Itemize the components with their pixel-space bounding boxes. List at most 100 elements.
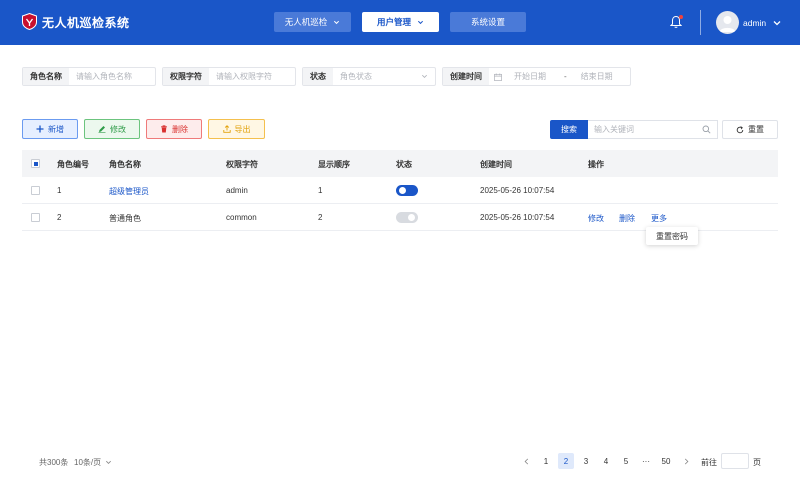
date-separator: - [564,72,567,81]
goto-label: 前往 [701,458,717,467]
header-divider [700,10,701,35]
edit-button[interactable]: 修改 [84,119,140,139]
roles-table: 角色编号 角色名称 权限字符 显示顺序 状态 创建时间 操作 1 超级管理员 a… [22,150,778,231]
page-size-value: 10条/页 [74,458,102,467]
reset-button-label: 重置 [748,125,764,134]
created-time-filter: 创建时间 开始日期 - 结束日期 [442,67,631,86]
notification-dot [679,15,683,19]
nav-label: 系统设置 [470,17,505,27]
chevron-left-icon [524,458,528,464]
role-order: 1 [318,186,323,195]
role-name-input[interactable]: 请输入角色名称 [69,68,155,85]
add-button[interactable]: 新增 [22,119,78,139]
next-page-button[interactable] [678,453,694,469]
status-filter: 状态 角色状态 [302,67,436,86]
export-button-label: 导出 [234,124,251,134]
created-time: 2025-05-26 10:07:54 [480,213,555,222]
shield-logo-icon [22,13,37,30]
keyword-search-input[interactable]: 输入关键词 [588,120,718,139]
row-checkbox[interactable] [31,213,40,222]
user-avatar-icon [719,16,736,32]
role-id: 2 [57,213,62,222]
role-name: 普通角色 [109,214,141,223]
calendar-icon [494,72,502,81]
delete-button-label: 删除 [172,124,188,134]
role-key: admin [226,186,248,195]
created-time-label: 创建时间 [443,68,489,85]
add-button-label: 新增 [48,124,64,134]
edit-button-label: 修改 [110,124,126,134]
col-role-name[interactable]: 角色名称 [109,159,141,170]
toggle-knob [399,187,406,194]
row-more-link[interactable]: 更多 [651,213,667,224]
table-header: 角色编号 角色名称 权限字符 显示顺序 状态 创建时间 操作 [22,150,778,177]
nav-system-settings[interactable]: 系统设置 [450,12,526,32]
col-created[interactable]: 创建时间 [480,159,512,170]
upload-icon [222,125,231,133]
export-button[interactable]: 导出 [208,119,265,139]
permission-label: 权限字符 [163,68,209,85]
goto-page-input[interactable] [721,453,749,469]
page-3[interactable]: 3 [578,453,594,469]
col-permission[interactable]: 权限字符 [226,159,258,170]
chevron-down-icon [334,20,340,24]
page-2[interactable]: 2 [558,453,574,469]
delete-button[interactable]: 删除 [146,119,202,139]
page-5[interactable]: 5 [618,453,634,469]
goto-suffix: 页 [753,458,761,467]
col-status[interactable]: 状态 [396,159,412,170]
end-date[interactable]: 结束日期 [581,71,613,82]
nav-label: 无人机巡检 [284,17,328,27]
table-row[interactable]: 1 超级管理员 admin 1 2025-05-26 10:07:54 [22,177,778,204]
search-button[interactable]: 搜索 [550,120,588,139]
role-key: common [226,213,257,222]
role-name-filter: 角色名称 请输入角色名称 [22,67,156,86]
chevron-down-icon [106,460,112,464]
page-4[interactable]: 4 [598,453,614,469]
col-order[interactable]: 显示顺序 [318,159,350,170]
total-count: 共300条 [39,458,69,467]
chevron-down-icon[interactable] [773,19,781,27]
status-label: 状态 [303,68,333,85]
date-range-picker[interactable]: 开始日期 - 结束日期 [489,68,630,85]
status-toggle[interactable] [396,212,418,223]
col-role-id[interactable]: 角色编号 [57,159,89,170]
reset-button[interactable]: 重置 [722,120,778,139]
trash-icon [161,125,167,133]
row-edit-link[interactable]: 修改 [588,213,604,224]
page-ellipsis[interactable]: ··· [638,453,654,469]
edit-icon [98,126,106,133]
top-header: 无人机巡检系统 无人机巡检 用户管理 系统设置 admin [0,0,800,45]
nav-label: 用户管理 [376,17,411,27]
role-name-link[interactable]: 超级管理员 [109,186,149,197]
status-select[interactable]: 角色状态 [333,68,435,85]
permission-input[interactable]: 请输入权限字符 [209,68,295,85]
page-1[interactable]: 1 [538,453,554,469]
search-icon[interactable] [702,125,711,134]
role-name-label: 角色名称 [23,68,69,85]
nav-drone-inspection[interactable]: 无人机巡检 [274,12,351,32]
nav-user-management[interactable]: 用户管理 [362,12,439,32]
reset-password-item[interactable]: 重置密码 [656,231,688,242]
created-time: 2025-05-26 10:07:54 [480,186,555,195]
page-50[interactable]: 50 [658,453,674,469]
prev-page-button[interactable] [518,453,534,469]
username[interactable]: admin [743,18,766,28]
chevron-down-icon [417,20,424,24]
page-size-select[interactable]: 10条/页 [74,457,112,468]
row-delete-link[interactable]: 删除 [619,213,635,224]
refresh-icon [736,125,744,133]
plus-icon [36,125,44,133]
role-id: 1 [57,186,62,195]
row-checkbox[interactable] [31,186,40,195]
status-select-value: 角色状态 [340,72,372,81]
permission-filter: 权限字符 请输入权限字符 [162,67,296,86]
chevron-down-icon [422,74,427,78]
status-toggle[interactable] [396,185,418,196]
role-order: 2 [318,213,323,222]
avatar[interactable] [716,11,739,34]
col-actions: 操作 [588,160,604,169]
select-all-checkbox[interactable] [31,159,40,168]
start-date[interactable]: 开始日期 [514,71,546,82]
toggle-knob [408,214,415,221]
